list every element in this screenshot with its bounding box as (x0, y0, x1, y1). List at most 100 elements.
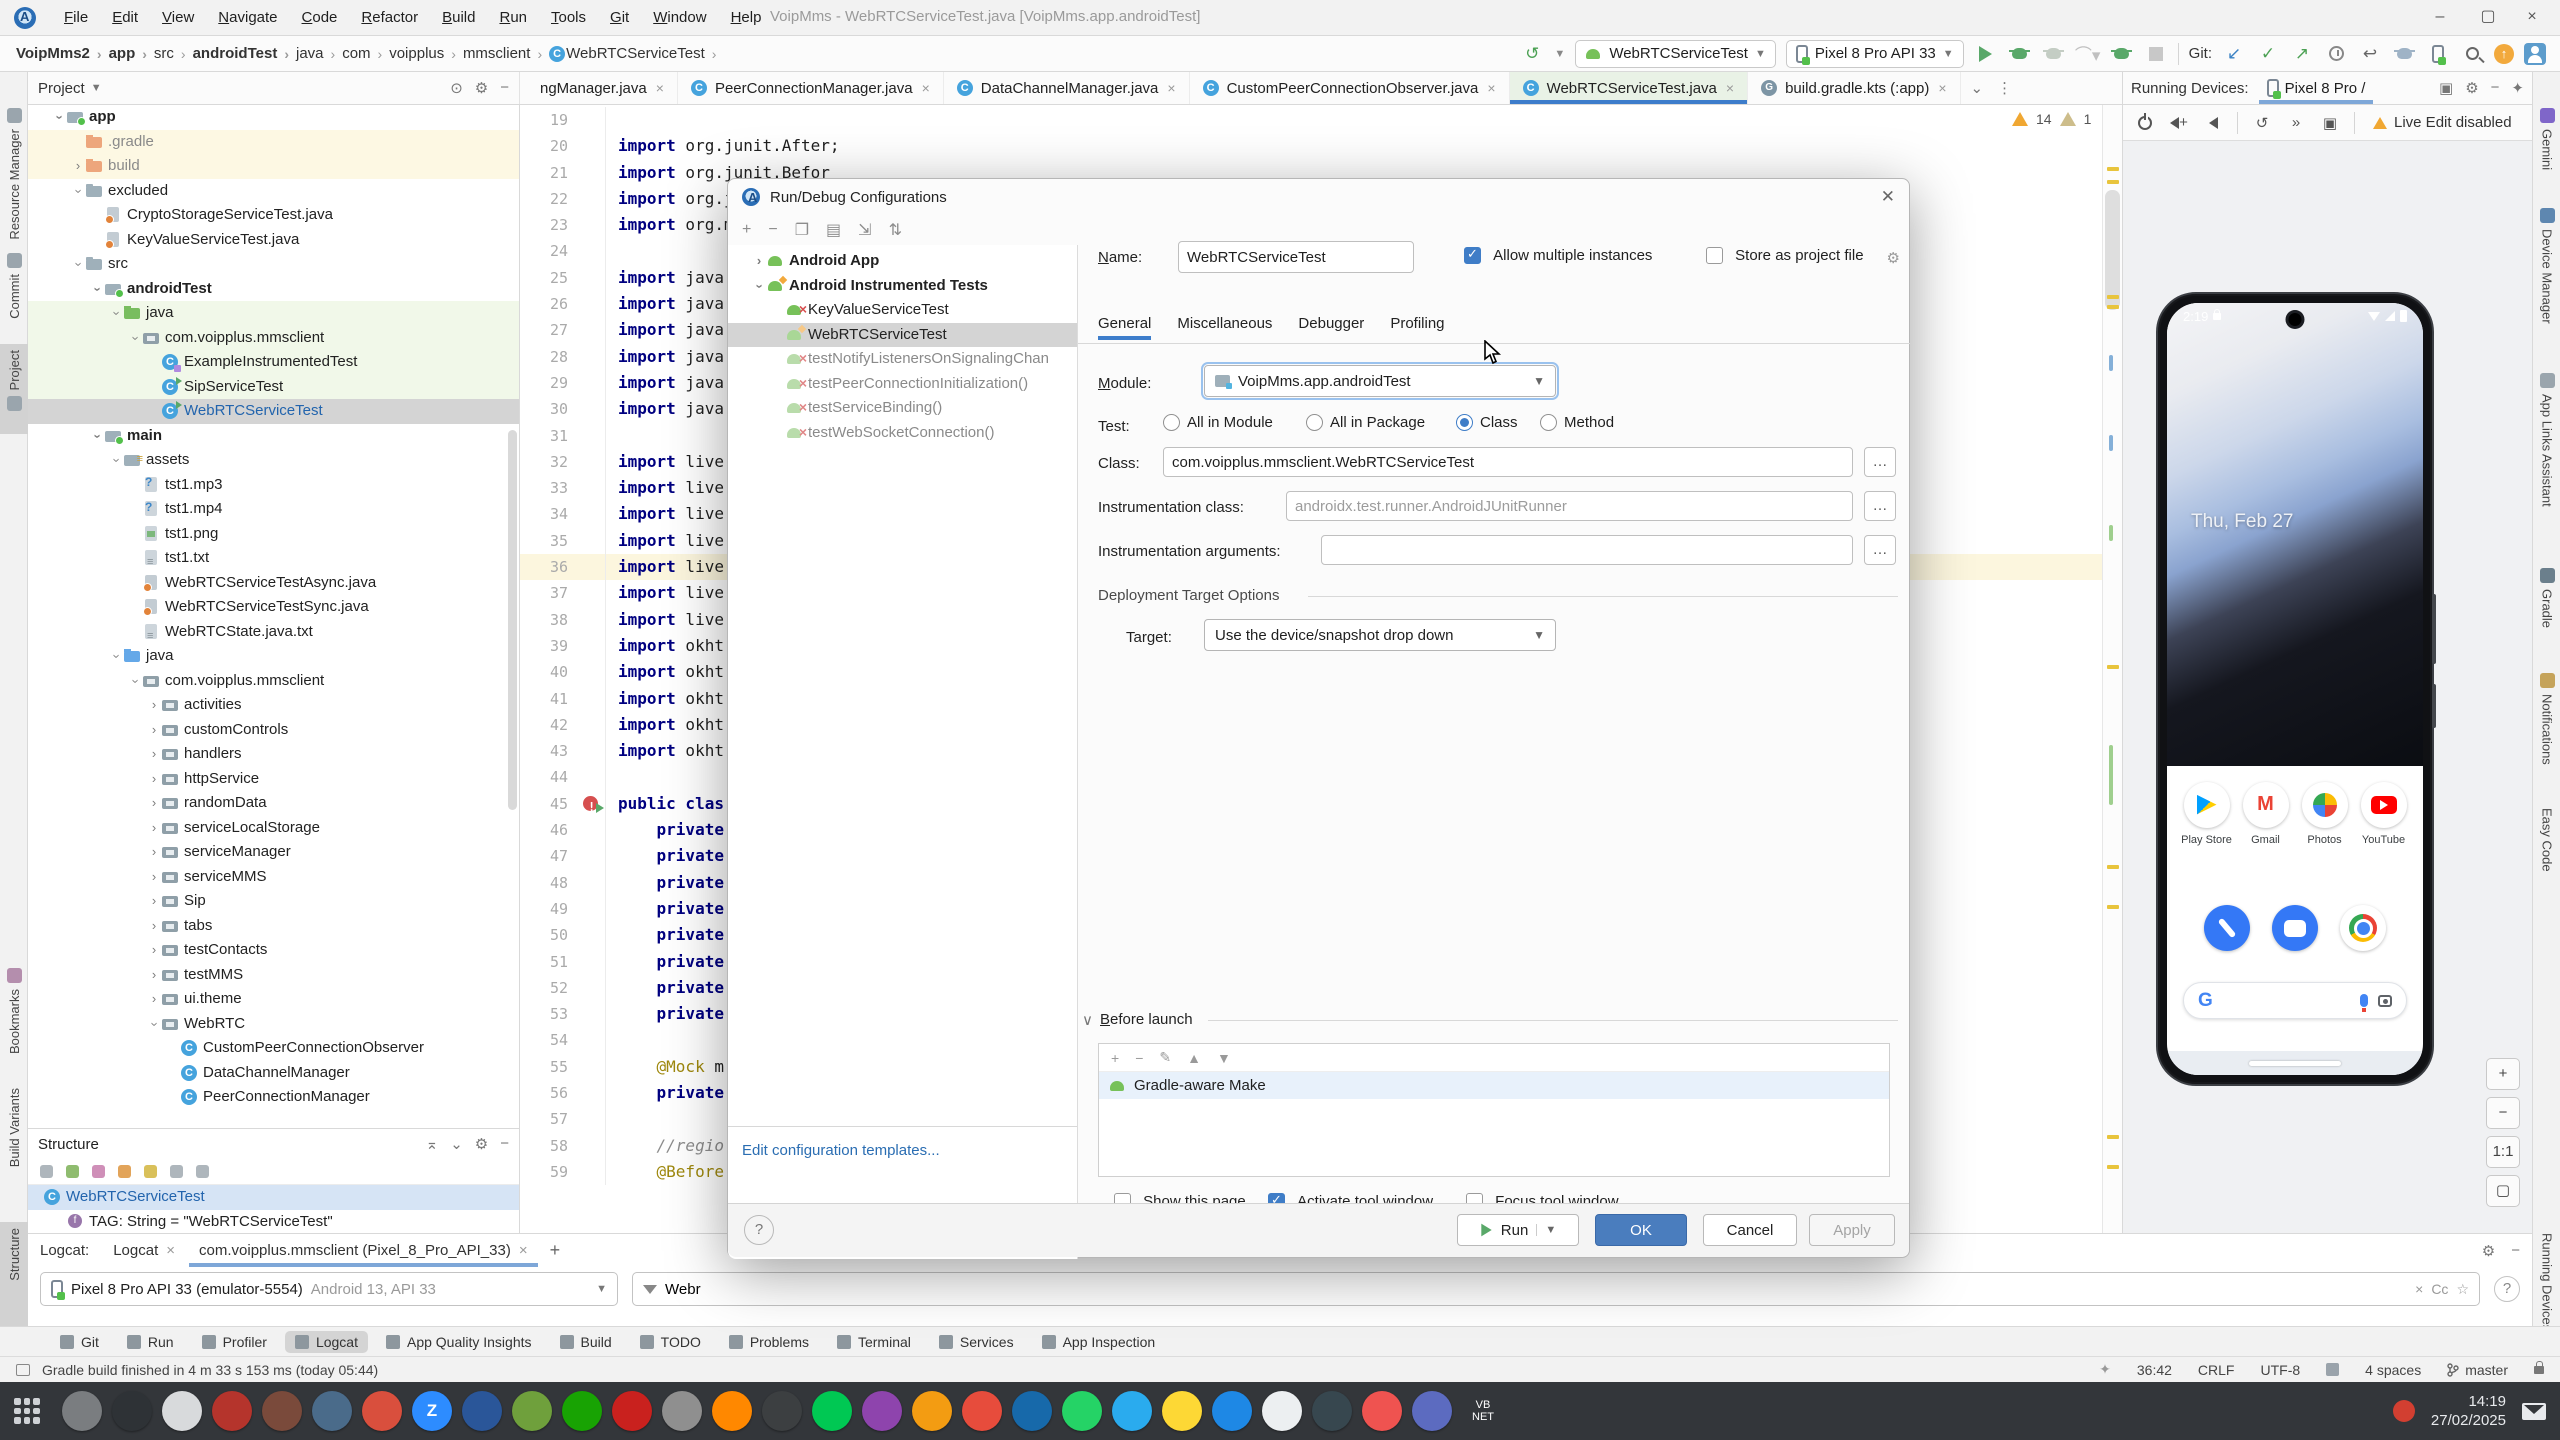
device-select[interactable]: Pixel 8 Pro API 33 ▼ (1785, 39, 1964, 68)
sidebar-item-project[interactable]: Project (0, 344, 28, 434)
tree-item[interactable]: WebRTC (28, 1012, 519, 1037)
scrollbar[interactable] (508, 430, 517, 810)
search-everywhere-icon[interactable] (2460, 42, 2484, 66)
taskbar-app-icon[interactable] (1262, 1391, 1302, 1431)
menu-item[interactable]: Build (430, 3, 487, 32)
gutter[interactable] (582, 1053, 606, 1080)
tree-item[interactable]: WebRTCServiceTest (28, 399, 519, 424)
line-number[interactable]: 40 (520, 659, 582, 685)
gutter[interactable] (582, 1106, 606, 1133)
youtube-icon[interactable] (2360, 781, 2407, 828)
line-number[interactable]: 52 (520, 975, 582, 1001)
move-configuration-icon[interactable]: ⇲ (858, 220, 871, 240)
gutter[interactable] (582, 974, 606, 1002)
scrollbar-thumb[interactable] (2105, 190, 2120, 310)
sidebar-item-structure[interactable]: Structure (0, 1222, 28, 1332)
filter-fields-icon[interactable] (92, 1165, 105, 1178)
taskbar-app-icon[interactable] (262, 1391, 302, 1431)
editor-tab[interactable]: WebRTCServiceTest.java × (1509, 72, 1749, 104)
tool-window-button[interactable]: Run (117, 1331, 184, 1353)
filter-input[interactable] (665, 1280, 2408, 1298)
more-actions-icon[interactable]: » (2286, 113, 2306, 133)
add-configuration-icon[interactable]: + (742, 221, 751, 239)
volume-down-icon[interactable] (2203, 113, 2223, 133)
breadcrumb-item[interactable]: voipplus (389, 45, 444, 62)
avatar[interactable] (2524, 42, 2546, 65)
menu-item[interactable]: Git (598, 3, 641, 32)
google-search-bar[interactable]: G (2183, 982, 2407, 1020)
help-button[interactable]: ? (744, 1215, 774, 1245)
camera-lens-icon[interactable] (2378, 994, 2392, 1007)
tool-window-button[interactable]: Logcat (284, 1330, 368, 1353)
dialog-title-bar[interactable]: Run/Debug Configurations ✕ (728, 179, 1909, 215)
tree-chevron-icon[interactable] (146, 816, 162, 841)
line-number[interactable]: 35 (520, 528, 582, 554)
screenshot-icon[interactable]: ▣ (2320, 113, 2340, 133)
tree-chevron-icon[interactable] (108, 448, 124, 473)
tree-item[interactable]: ui.theme (28, 987, 519, 1012)
tree-chevron-icon[interactable] (146, 718, 162, 743)
tool-window-button[interactable]: App Inspection (1032, 1331, 1166, 1353)
tree-chevron-icon[interactable] (751, 274, 767, 299)
code-line[interactable]: 20 import org.junit.After; (520, 133, 2102, 160)
remove-task-icon[interactable]: − (1135, 1050, 1143, 1066)
status-widget-icon[interactable] (2326, 1363, 2340, 1376)
taskbar-app-icon[interactable] (812, 1391, 852, 1431)
line-number[interactable]: 42 (520, 712, 582, 738)
ok-button[interactable]: OK (1595, 1214, 1687, 1246)
editor-tab[interactable]: build.gradle.kts (:app) × (1748, 72, 1961, 104)
hide-panel-icon[interactable]: − (500, 1135, 509, 1153)
target-select[interactable]: Use the device/snapshot drop down ▼ (1204, 619, 1556, 651)
task-gradle-aware-make[interactable]: Gradle-aware Make (1099, 1072, 1889, 1099)
taskbar-clock[interactable]: 14:19 27/02/2025 (2431, 1392, 2506, 1431)
file-encoding[interactable]: UTF-8 (2260, 1362, 2300, 1378)
line-number[interactable]: 55 (520, 1054, 582, 1080)
tree-item[interactable]: WebRTCState.java.txt (28, 620, 519, 648)
hide-panel-icon[interactable]: − (2511, 1242, 2520, 1260)
gutter[interactable] (582, 895, 606, 923)
line-number[interactable]: 22 (520, 186, 582, 212)
float-panel-icon[interactable]: ✦ (2511, 79, 2524, 97)
radio-method[interactable]: Method (1540, 414, 1614, 431)
profile-button[interactable] (2042, 42, 2066, 66)
tool-window-button[interactable]: Services (929, 1331, 1024, 1353)
tree-item[interactable]: com.voipplus.mmsclient (28, 669, 519, 694)
logcat-tab-device[interactable]: com.voipplus.mmsclient (Pixel_8_Pro_API_… (189, 1234, 538, 1267)
add-task-icon[interactable]: + (1111, 1050, 1119, 1066)
taskbar-app-icon[interactable] (62, 1391, 102, 1431)
line-number[interactable]: 59 (520, 1159, 582, 1185)
breadcrumb-item[interactable]: VoipMms2 (16, 45, 90, 62)
move-up-icon[interactable]: ▲ (1187, 1050, 1201, 1066)
sidebar-item-commit[interactable]: Commit (0, 247, 28, 337)
tree-item[interactable]: WebRTCServiceTestAsync.java (28, 571, 519, 596)
tree-chevron-icon[interactable] (51, 105, 67, 130)
dialog-tab[interactable]: Miscellaneous (1177, 315, 1272, 340)
line-number[interactable]: 56 (520, 1080, 582, 1106)
breadcrumb-item[interactable]: WebRTCServiceTest (566, 45, 705, 62)
status-message[interactable]: Gradle build finished in 4 m 33 s 153 ms… (42, 1362, 378, 1378)
dialog-tab[interactable]: General (1098, 315, 1151, 340)
configuration-item[interactable]: testServiceBinding() (728, 395, 1077, 421)
gutter[interactable] (582, 422, 606, 449)
radio-all-in-module[interactable]: All in Module (1163, 414, 1273, 431)
app-photos[interactable]: Photos (2297, 781, 2353, 846)
line-number[interactable]: 57 (520, 1106, 582, 1132)
tree-item[interactable]: .gradle (28, 129, 519, 154)
gutter[interactable] (582, 869, 606, 896)
git-commit-icon[interactable]: ✓ (2256, 42, 2280, 66)
background-tasks-icon[interactable]: ✦ (2099, 1361, 2111, 1378)
line-ending[interactable]: CRLF (2198, 1362, 2235, 1378)
close-tab-icon[interactable]: × (1726, 80, 1734, 96)
structure-item[interactable]: WebRTCServiceTest (28, 1185, 519, 1210)
gutter[interactable] (582, 291, 606, 318)
app-play-store[interactable]: Play Store (2179, 781, 2235, 846)
tool-window-button[interactable]: Problems (719, 1331, 819, 1353)
configuration-item[interactable]: testWebSocketConnection() (728, 420, 1077, 446)
settings-gear-icon[interactable]: ⚙ (475, 79, 488, 97)
tree-item[interactable]: tst1.mp4 (28, 495, 519, 522)
radio-class[interactable]: Class (1456, 414, 1518, 431)
close-tab-icon[interactable]: × (166, 1242, 175, 1259)
gutter[interactable] (582, 1158, 606, 1186)
gutter[interactable] (582, 580, 606, 607)
move-down-icon[interactable]: ▼ (1217, 1050, 1231, 1066)
